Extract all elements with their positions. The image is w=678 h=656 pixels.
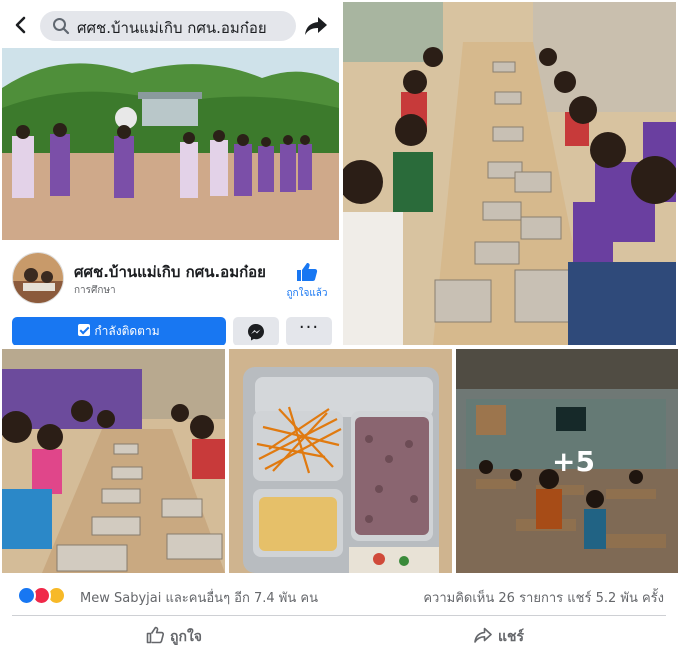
photo-image bbox=[343, 2, 676, 345]
page-category: การศึกษา bbox=[74, 285, 116, 296]
following-label: กำลังติดตาม bbox=[94, 324, 160, 338]
following-button[interactable]: กำลังติดตาม bbox=[12, 317, 226, 345]
photo-image bbox=[2, 349, 225, 573]
share-label: แชร์ bbox=[498, 629, 525, 645]
page-avatar[interactable] bbox=[12, 252, 64, 304]
check-icon bbox=[78, 324, 91, 336]
photo-children-lunch-hall[interactable] bbox=[343, 2, 676, 345]
search-icon bbox=[53, 18, 70, 35]
search-field[interactable]: ศศช.บ้านแม่เกิบ กศน.อมก๋อย bbox=[40, 11, 296, 41]
messenger-button[interactable] bbox=[233, 317, 279, 345]
liked-label: ถูกใจแล้ว bbox=[286, 288, 328, 299]
share-arrow-icon[interactable] bbox=[303, 14, 329, 38]
thumbs-up-outline-icon bbox=[146, 626, 165, 644]
messenger-icon bbox=[248, 324, 264, 341]
thumbs-up-icon bbox=[297, 263, 318, 281]
reaction-stats-row: Mew Sabyjai และคนอื่นๆ อีก 7.4 พัน คน คว… bbox=[0, 578, 678, 614]
page-info-panel: ศศช.บ้านแม่เกิบ กศน.อมก๋อย การศึกษา ถูกใ… bbox=[2, 240, 339, 345]
more-photos-count[interactable]: +5 bbox=[552, 445, 595, 478]
photo-classroom[interactable]: +5 bbox=[456, 349, 678, 573]
like-label: ถูกใจ bbox=[170, 629, 202, 645]
phone-search-bar: ศศช.บ้านแม่เกิบ กศน.อมก๋อย bbox=[2, 2, 339, 48]
more-options-button[interactable]: ··· bbox=[286, 317, 332, 345]
liked-button[interactable]: ถูกใจแล้ว bbox=[282, 262, 332, 302]
photo-food-tray[interactable] bbox=[229, 349, 452, 573]
back-arrow-icon[interactable] bbox=[10, 14, 32, 36]
share-icon bbox=[474, 627, 492, 643]
like-button[interactable]: ถูกใจ bbox=[146, 618, 366, 656]
like-icon bbox=[17, 586, 36, 605]
page-screenshot-photo[interactable]: ศศช.บ้านแม่เกิบ กศน.อมก๋อย ศศช.บ้านแม่เก… bbox=[2, 2, 339, 345]
page-name[interactable]: ศศช.บ้านแม่เกิบ กศน.อมก๋อย bbox=[74, 260, 266, 284]
divider bbox=[12, 615, 666, 616]
cover-photo bbox=[2, 48, 339, 240]
reaction-icons[interactable] bbox=[17, 586, 77, 606]
reaction-summary[interactable]: Mew Sabyjai และคนอื่นๆ อีก 7.4 พัน คน bbox=[80, 587, 318, 608]
photo-image bbox=[229, 349, 452, 573]
facebook-post: ศศช.บ้านแม่เกิบ กศน.อมก๋อย ศศช.บ้านแม่เก… bbox=[0, 0, 678, 656]
search-query-text: ศศช.บ้านแม่เกิบ กศน.อมก๋อย bbox=[77, 19, 267, 37]
share-button[interactable]: แชร์ bbox=[474, 618, 678, 656]
photo-children-eating-row[interactable] bbox=[2, 349, 225, 573]
action-bar: ถูกใจ แชร์ bbox=[0, 618, 678, 656]
comment-share-counts[interactable]: ความคิดเห็น 26 รายการ แชร์ 5.2 พัน ครั้ง bbox=[423, 587, 664, 608]
